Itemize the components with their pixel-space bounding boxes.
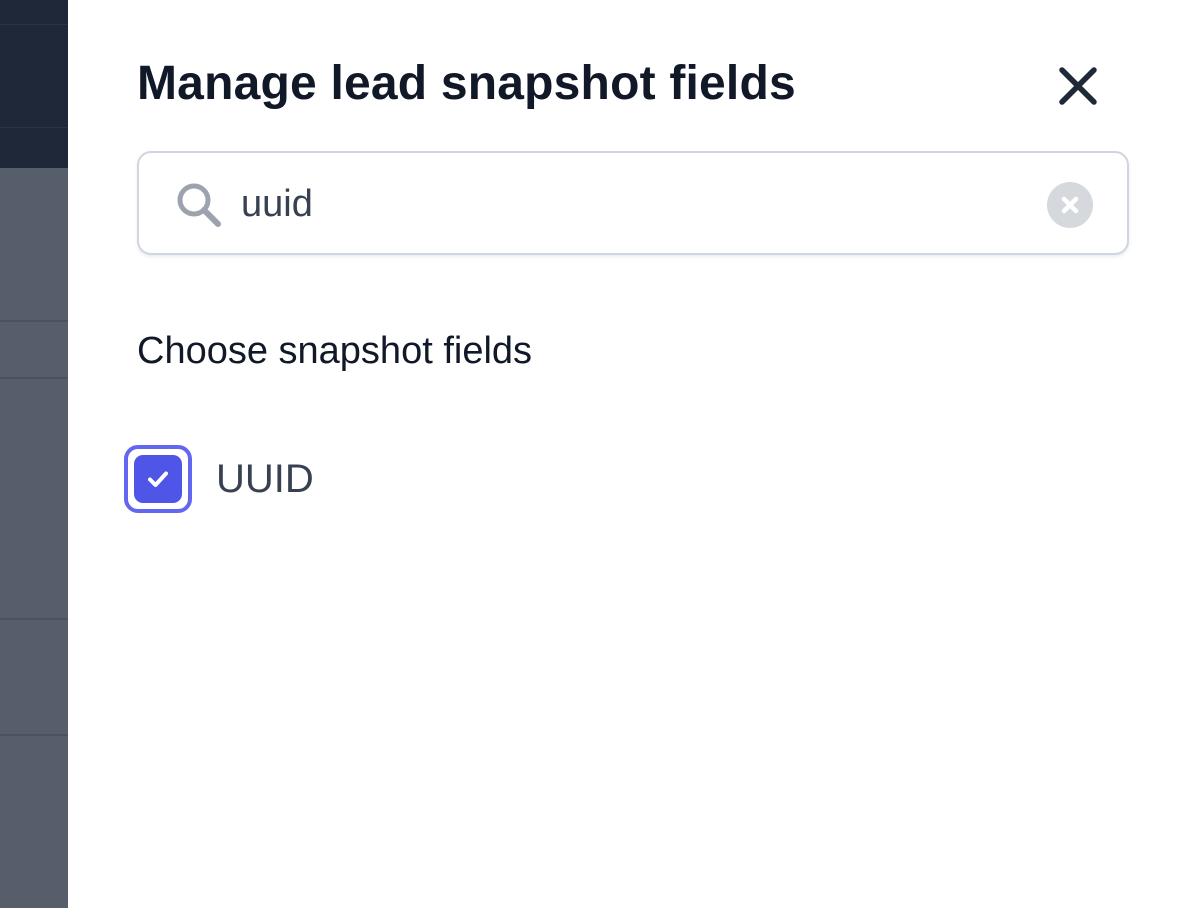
backdrop-divider bbox=[0, 377, 68, 379]
backdrop-divider bbox=[0, 24, 68, 25]
manage-fields-drawer: Manage lead snapshot fields Choose snaps… bbox=[68, 0, 1200, 908]
field-checkbox[interactable] bbox=[124, 445, 192, 513]
search-field[interactable] bbox=[137, 151, 1129, 255]
section-heading: Choose snapshot fields bbox=[137, 330, 533, 372]
backdrop-divider bbox=[0, 618, 68, 620]
backdrop-header bbox=[0, 0, 68, 168]
backdrop-divider bbox=[0, 127, 68, 128]
backdrop-divider bbox=[0, 320, 68, 322]
checkbox-fill bbox=[134, 455, 182, 503]
field-label: UUID bbox=[216, 456, 314, 501]
page-backdrop[interactable] bbox=[0, 0, 68, 908]
search-input[interactable] bbox=[241, 175, 1021, 233]
clear-search-button[interactable] bbox=[1047, 182, 1093, 228]
field-option-uuid[interactable]: UUID bbox=[124, 444, 314, 514]
search-icon bbox=[177, 183, 221, 227]
close-icon bbox=[1059, 67, 1097, 105]
checkmark-icon bbox=[148, 471, 168, 487]
close-button[interactable] bbox=[1050, 58, 1106, 114]
clear-circle-icon bbox=[1061, 196, 1079, 214]
drawer-title: Manage lead snapshot fields bbox=[137, 57, 796, 110]
backdrop-divider bbox=[0, 734, 68, 736]
